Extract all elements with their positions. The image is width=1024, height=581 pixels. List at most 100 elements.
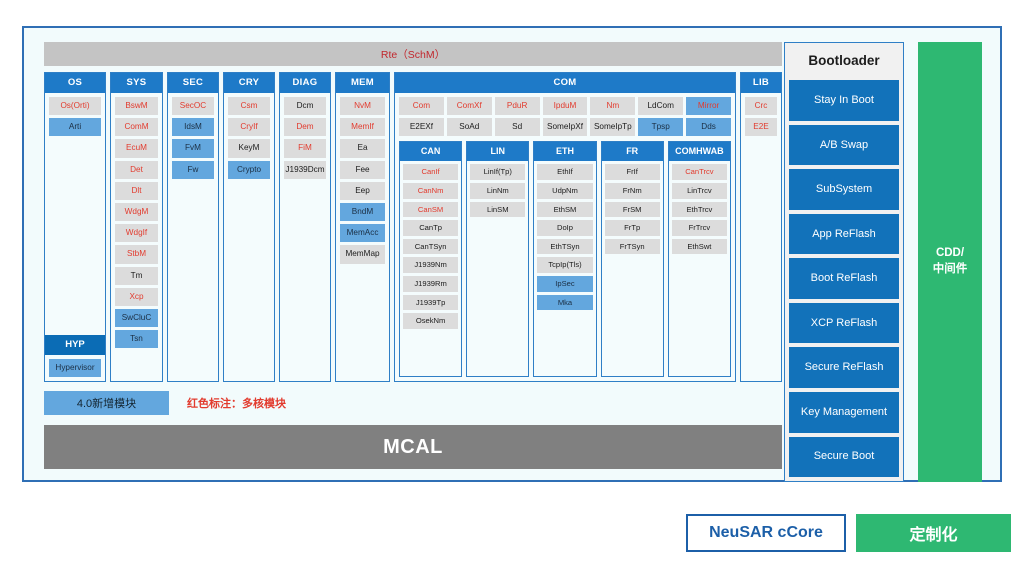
bsw-column-lib[interactable]: LIB Crc E2E: [740, 72, 782, 382]
module-stbm[interactable]: StbM: [115, 245, 158, 264]
module-cansm[interactable]: CanSM: [403, 201, 459, 218]
bootloader-item-subsystem[interactable]: SubSystem: [789, 169, 899, 210]
module-wdgm[interactable]: WdgM: [115, 203, 158, 222]
module-udpnm[interactable]: UdpNm: [537, 183, 593, 199]
module-ethif[interactable]: EthIf: [537, 164, 593, 180]
module-linsm[interactable]: LinSM: [470, 201, 526, 218]
bsw-column-mem[interactable]: MEM NvM MemIf Ea Fee Eep BndM MemAcc Mem…: [335, 72, 390, 382]
module-nm[interactable]: Nm: [590, 97, 636, 116]
module-det[interactable]: Det: [115, 160, 158, 179]
module-fee[interactable]: Fee: [340, 160, 385, 179]
module-cannm[interactable]: CanNm: [403, 183, 459, 199]
module-ecum[interactable]: EcuM: [115, 139, 158, 158]
module-j1939rm[interactable]: J1939Rm: [403, 275, 459, 292]
module-crc[interactable]: Crc: [745, 97, 777, 116]
bootloader-item-stay-in-boot[interactable]: Stay In Boot: [789, 80, 899, 121]
module-com[interactable]: Com: [399, 97, 444, 116]
module-ldcom[interactable]: LdCom: [638, 97, 684, 116]
module-crypto[interactable]: Crypto: [228, 160, 270, 179]
module-hypervisor[interactable]: Hypervisor: [49, 358, 101, 377]
module-sd[interactable]: Sd: [494, 118, 540, 137]
module-canif[interactable]: CanIf: [403, 164, 459, 180]
module-memif[interactable]: MemIf: [340, 118, 385, 137]
module-ethswt[interactable]: EthSwt: [671, 238, 727, 255]
module-bswm[interactable]: BswM: [115, 97, 158, 116]
module-cantsyn[interactable]: CanTSyn: [403, 238, 459, 255]
module-frtsyn[interactable]: FrTSyn: [604, 238, 660, 255]
bsw-column-sec[interactable]: SEC SecOC IdsM FvM Fw: [167, 72, 219, 382]
bootloader-item-xcp-reflash[interactable]: XCP ReFlash: [789, 302, 899, 344]
module-cantrcv[interactable]: CanTrcv: [671, 164, 727, 180]
com-subcolumn-fr[interactable]: FR FrIf FrNm FrSM FrTp FrTSyn: [600, 141, 664, 377]
bootloader-item-boot-reflash[interactable]: Boot ReFlash: [789, 258, 899, 299]
module-dlt[interactable]: Dlt: [115, 181, 158, 201]
module-someiptp[interactable]: SomeIpTp: [590, 118, 636, 137]
module-os-orti[interactable]: Os(Orti): [49, 97, 101, 116]
module-cantp[interactable]: CanTp: [403, 220, 459, 236]
module-tm[interactable]: Tm: [115, 266, 158, 285]
module-arti[interactable]: Arti: [49, 118, 101, 137]
bootloader-item-app-reflash[interactable]: App ReFlash: [789, 213, 899, 255]
module-j1939dcm[interactable]: J1939Dcm: [284, 160, 326, 179]
module-frtp[interactable]: FrTp: [604, 220, 660, 236]
module-memmap[interactable]: MemMap: [340, 245, 385, 264]
module-tcpip[interactable]: TcpIp(Tls): [537, 257, 593, 273]
module-secoc[interactable]: SecOC: [172, 97, 214, 116]
module-e2e[interactable]: E2E: [745, 118, 777, 137]
module-tpsp[interactable]: Tpsp: [638, 118, 684, 137]
module-ethtsyn[interactable]: EthTSyn: [537, 238, 593, 255]
module-soad[interactable]: SoAd: [446, 118, 492, 137]
module-frtrcv[interactable]: FrTrcv: [671, 220, 727, 236]
com-subcolumn-comhwab[interactable]: COMHWAB CanTrcv LinTrcv EthTrcv FrTrcv E…: [667, 141, 731, 377]
module-dem[interactable]: Dem: [284, 118, 326, 137]
bootloader-item-ab-swap[interactable]: A/B Swap: [789, 124, 899, 166]
bsw-column-os[interactable]: OS Os(Orti) Arti HYP Hypervisor: [44, 72, 106, 382]
module-mka[interactable]: Mka: [537, 294, 593, 311]
bsw-column-sys[interactable]: SYS BswM ComM EcuM Det Dlt WdgM WdgIf St…: [110, 72, 163, 382]
module-fim[interactable]: FiM: [284, 139, 326, 158]
module-ethtrcv[interactable]: EthTrcv: [671, 201, 727, 218]
module-wdgif[interactable]: WdgIf: [115, 224, 158, 243]
bsw-column-cry[interactable]: CRY Csm CryIf KeyM Crypto: [223, 72, 275, 382]
module-comxf[interactable]: ComXf: [446, 97, 492, 116]
module-linif-tp[interactable]: LinIf(Tp): [470, 164, 526, 180]
com-subcolumn-lin[interactable]: LIN LinIf(Tp) LinNm LinSM: [466, 141, 530, 377]
bsw-column-diag[interactable]: DIAG Dcm Dem FiM J1939Dcm: [279, 72, 331, 382]
module-tsn[interactable]: Tsn: [115, 330, 158, 349]
module-ea[interactable]: Ea: [340, 139, 385, 158]
module-ipsec[interactable]: IpSec: [537, 275, 593, 292]
module-ipdum[interactable]: IpduM: [542, 97, 588, 116]
module-linnm[interactable]: LinNm: [470, 183, 526, 199]
module-cryif[interactable]: CryIf: [228, 118, 270, 137]
com-subcolumn-eth[interactable]: ETH EthIf UdpNm EthSM DoIp EthTSyn TcpIp…: [533, 141, 597, 377]
bsw-column-com[interactable]: COM Com ComXf PduR IpduM Nm LdCom Mirror…: [394, 72, 736, 382]
module-swcluc[interactable]: SwCluC: [115, 309, 158, 328]
module-lintrcv[interactable]: LinTrcv: [671, 183, 727, 199]
module-oseknm[interactable]: OsekNm: [403, 313, 459, 329]
module-j1939nm[interactable]: J1939Nm: [403, 257, 459, 273]
bootloader-item-secure-reflash[interactable]: Secure ReFlash: [789, 347, 899, 388]
module-nvm[interactable]: NvM: [340, 97, 385, 116]
module-j1939tp[interactable]: J1939Tp: [403, 294, 459, 311]
module-idsm[interactable]: IdsM: [172, 118, 214, 137]
module-mirror[interactable]: Mirror: [686, 97, 731, 116]
module-ethsm[interactable]: EthSM: [537, 201, 593, 218]
module-fvm[interactable]: FvM: [172, 139, 214, 158]
module-memacc[interactable]: MemAcc: [340, 224, 385, 243]
module-dds[interactable]: Dds: [686, 118, 731, 137]
module-doip[interactable]: DoIp: [537, 220, 593, 236]
module-eep[interactable]: Eep: [340, 181, 385, 201]
module-keym[interactable]: KeyM: [228, 139, 270, 158]
module-csm[interactable]: Csm: [228, 97, 270, 116]
module-frsm[interactable]: FrSM: [604, 201, 660, 218]
com-subcolumn-can[interactable]: CAN CanIf CanNm CanSM CanTp CanTSyn J193…: [399, 141, 463, 377]
module-frif[interactable]: FrIf: [604, 164, 660, 180]
module-dcm[interactable]: Dcm: [284, 97, 326, 116]
bootloader-item-key-management[interactable]: Key Management: [789, 391, 899, 433]
module-xcp[interactable]: Xcp: [115, 287, 158, 307]
bootloader-item-secure-boot[interactable]: Secure Boot: [789, 436, 899, 478]
module-bndm[interactable]: BndM: [340, 203, 385, 222]
module-pdur[interactable]: PduR: [494, 97, 540, 116]
module-frnm[interactable]: FrNm: [604, 183, 660, 199]
module-fw[interactable]: Fw: [172, 160, 214, 179]
